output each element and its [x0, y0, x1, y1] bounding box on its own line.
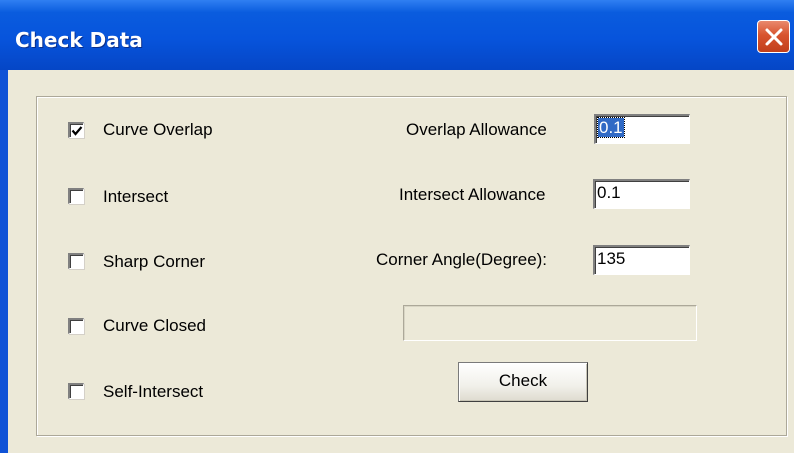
intersect-checkbox[interactable] — [68, 188, 84, 204]
sharp-corner-label: Sharp Corner — [103, 252, 206, 271]
self-intersect-checkbox[interactable] — [68, 383, 84, 399]
check-data-dialog: Check Data Curve Overlap Overlap Allowan… — [0, 0, 794, 453]
overlap-allowance-input[interactable]: 0.1 — [594, 114, 690, 144]
close-x-icon — [765, 28, 783, 46]
intersect-allowance-input[interactable]: 0.1 — [593, 179, 690, 209]
corner-angle-input[interactable]: 135 — [593, 245, 690, 275]
overlap-allowance-value: 0.1 — [597, 117, 625, 138]
curve-closed-label: Curve Closed — [103, 316, 206, 335]
corner-angle-label: Corner Angle(Degree): — [376, 250, 548, 269]
corner-angle-value: 135 — [597, 249, 626, 268]
dialog-body: Curve Overlap Overlap Allowance 0.1 Inte… — [8, 70, 794, 453]
overlap-allowance-label: Overlap Allowance — [406, 120, 547, 139]
title-bar[interactable]: Check Data — [0, 0, 794, 70]
check-button[interactable]: Check — [458, 362, 588, 402]
intersect-allowance-value: 0.1 — [597, 183, 621, 202]
intersect-allowance-label: Intersect Allowance — [399, 185, 546, 204]
curve-closed-checkbox[interactable] — [68, 318, 84, 334]
sharp-corner-checkbox[interactable] — [68, 253, 84, 269]
window-title: Check Data — [15, 28, 143, 52]
checkmark-icon — [71, 126, 83, 136]
progress-bar — [403, 305, 697, 341]
curve-overlap-label: Curve Overlap — [103, 120, 213, 139]
self-intersect-label: Self-Intersect — [103, 382, 204, 401]
intersect-label: Intersect — [103, 187, 169, 206]
close-button[interactable] — [757, 20, 790, 53]
curve-overlap-checkbox[interactable] — [68, 122, 84, 138]
